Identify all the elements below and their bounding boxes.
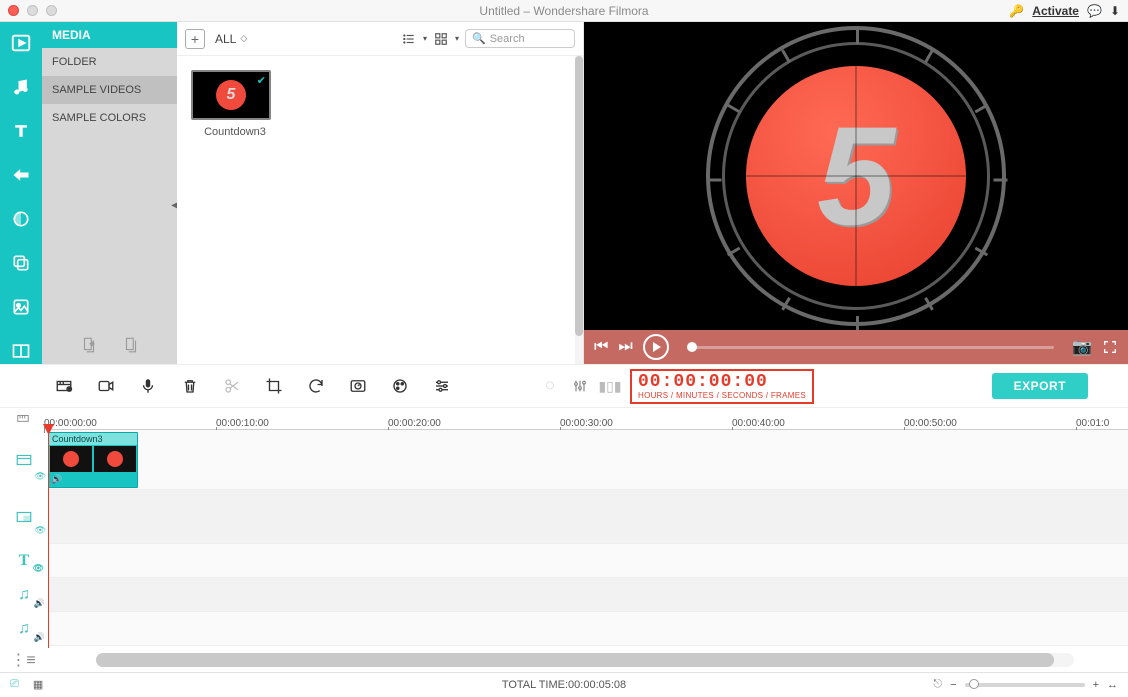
overlays-rail-icon[interactable] bbox=[10, 252, 32, 274]
music-track-2-icon[interactable]: ♫🔊 bbox=[0, 612, 48, 646]
color-tool-button[interactable] bbox=[390, 376, 410, 396]
media-browser: + ALL ◇ ▾ ▾ 🔍 Search 5 ✔ bbox=[177, 22, 584, 364]
ruler-mark: 00:00:30:00 bbox=[560, 418, 613, 429]
key-icon: 🔑 bbox=[1009, 4, 1024, 18]
category-folder[interactable]: FOLDER bbox=[42, 48, 177, 76]
message-icon[interactable]: 💬 bbox=[1087, 4, 1102, 18]
video-track-icon[interactable]: 👁 bbox=[0, 430, 48, 490]
category-rail bbox=[0, 22, 42, 364]
text-track-icon[interactable]: T👁 bbox=[0, 544, 48, 578]
preview-panel: 5 ⏮ ⏭ 📷 bbox=[584, 22, 1128, 364]
grid-view-button[interactable] bbox=[433, 32, 449, 46]
timeline-playhead[interactable] bbox=[48, 430, 49, 648]
fullscreen-button[interactable] bbox=[1102, 339, 1118, 355]
record-tool-button[interactable] bbox=[96, 376, 116, 396]
edit-tool-button[interactable]: + bbox=[54, 376, 74, 396]
clip-audio-icon: 🔊 bbox=[51, 474, 62, 485]
transitions-rail-icon[interactable] bbox=[10, 164, 32, 186]
filters-rail-icon[interactable] bbox=[10, 208, 32, 230]
timecode-display: 00:00:00:00 HOURS / MINUTES / SECONDS / … bbox=[630, 369, 814, 404]
timeline-panel: 00:00:00:00 00:00:10:00 00:00:20:00 00:0… bbox=[0, 408, 1128, 672]
voice-tool-button[interactable] bbox=[138, 376, 158, 396]
video-track-lane[interactable]: Countdown3 🔊 bbox=[48, 430, 1128, 490]
media-panel-header: MEDIA bbox=[42, 22, 177, 48]
category-sample-colors[interactable]: SAMPLE COLORS bbox=[42, 104, 177, 132]
media-item-countdown3[interactable]: 5 ✔ Countdown3 bbox=[191, 70, 279, 138]
ruler-mark: 00:00:20:00 bbox=[388, 418, 441, 429]
media-item-caption: Countdown3 bbox=[191, 126, 279, 138]
add-folder-icon[interactable]: + bbox=[80, 336, 98, 354]
pip-track-icon[interactable]: 👁 bbox=[0, 490, 48, 544]
pip-track-lane[interactable] bbox=[48, 490, 1128, 544]
rotate-tool-button[interactable] bbox=[306, 376, 326, 396]
preview-stage: 5 bbox=[584, 22, 1128, 330]
ruler-mark: 00:00:10:00 bbox=[216, 418, 269, 429]
total-time-value: 00:00:05:08 bbox=[568, 679, 626, 691]
advanced-tool-button[interactable] bbox=[432, 376, 452, 396]
media-filter-dropdown[interactable]: ALL ◇ bbox=[215, 32, 247, 46]
crop-tool-button[interactable] bbox=[264, 376, 284, 396]
timeline-horizontal-scrollbar[interactable] bbox=[96, 653, 1074, 667]
svg-text:+: + bbox=[89, 339, 94, 348]
timeline-ruler[interactable]: 00:00:00:00 00:00:10:00 00:00:20:00 00:0… bbox=[48, 408, 1128, 430]
speed-tool-button[interactable] bbox=[348, 376, 368, 396]
render-preview-button[interactable]: ◌ bbox=[540, 376, 560, 396]
download-icon[interactable]: ⬇ bbox=[1110, 4, 1120, 18]
timeline-marker-icon[interactable] bbox=[14, 412, 32, 426]
next-frame-button[interactable]: ⏭ bbox=[618, 338, 632, 356]
status-bar: ⎚ ▦ TOTAL TIME:00:00:05:08 ⎋ − + ↔ bbox=[0, 672, 1128, 696]
preview-seek-slider[interactable] bbox=[687, 346, 1054, 349]
edit-toolbar: + ◌ ▮▯▮ 00:00:00:00 HOURS / MINUTES / SE… bbox=[0, 364, 1128, 408]
ruler-mark: 00:00:50:00 bbox=[904, 418, 957, 429]
ruler-mark: 00:01:0 bbox=[1076, 418, 1109, 429]
list-view-button[interactable] bbox=[401, 32, 417, 46]
search-placeholder: Search bbox=[490, 33, 525, 45]
ruler-mark: 00:00:40:00 bbox=[732, 418, 785, 429]
search-input[interactable]: 🔍 Search bbox=[465, 29, 575, 48]
elements-rail-icon[interactable] bbox=[10, 296, 32, 318]
import-button[interactable]: + bbox=[185, 29, 205, 49]
snapshot-button[interactable]: 📷 bbox=[1072, 337, 1092, 357]
browser-scrollbar[interactable] bbox=[575, 56, 583, 364]
remove-folder-icon[interactable] bbox=[122, 336, 140, 354]
zoom-slider[interactable] bbox=[965, 683, 1085, 687]
svg-text:+: + bbox=[68, 387, 71, 392]
media-rail-icon[interactable] bbox=[10, 32, 32, 54]
total-time-label: TOTAL TIME: bbox=[502, 679, 568, 691]
timeline-clip-countdown3[interactable]: Countdown3 🔊 bbox=[48, 432, 138, 488]
search-icon: 🔍 bbox=[472, 32, 486, 45]
title-bar: Untitled – Wondershare Filmora 🔑 Activat… bbox=[0, 0, 1128, 22]
thumbnail-figure: 5 bbox=[216, 80, 246, 110]
window-title: Untitled – Wondershare Filmora bbox=[0, 4, 1128, 18]
prev-frame-button[interactable]: ⏮ bbox=[594, 338, 608, 356]
category-sample-videos[interactable]: SAMPLE VIDEOS bbox=[42, 76, 177, 104]
clip-label: Countdown3 bbox=[49, 433, 137, 445]
waveform-button[interactable]: ▮▯▮ bbox=[600, 376, 620, 396]
music-track-2-lane[interactable] bbox=[48, 612, 1128, 646]
music-rail-icon[interactable] bbox=[10, 76, 32, 98]
selected-check-icon: ✔ bbox=[257, 74, 266, 87]
activate-link[interactable]: Activate bbox=[1032, 4, 1079, 18]
preview-playbar: ⏮ ⏭ 📷 bbox=[584, 330, 1128, 364]
splitscreen-rail-icon[interactable] bbox=[10, 340, 32, 362]
text-rail-icon[interactable] bbox=[10, 120, 32, 142]
music-track-1-icon[interactable]: ♫🔊 bbox=[0, 578, 48, 612]
audio-mixer-button[interactable] bbox=[570, 376, 590, 396]
export-button[interactable]: EXPORT bbox=[992, 373, 1088, 399]
manage-tracks-button[interactable]: ⋮≡ bbox=[6, 650, 40, 670]
split-tool-button[interactable] bbox=[222, 376, 242, 396]
delete-tool-button[interactable] bbox=[180, 376, 200, 396]
media-panel: MEDIA FOLDER SAMPLE VIDEOS SAMPLE COLORS… bbox=[42, 22, 177, 364]
play-button[interactable] bbox=[643, 334, 669, 360]
text-track-lane[interactable] bbox=[48, 544, 1128, 578]
music-track-1-lane[interactable] bbox=[48, 578, 1128, 612]
